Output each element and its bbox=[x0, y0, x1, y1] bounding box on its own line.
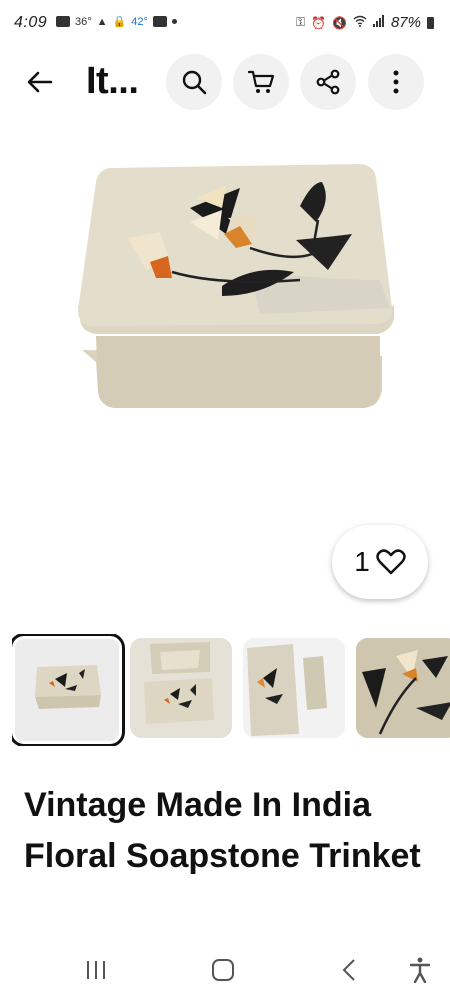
thumbnail-image bbox=[356, 638, 450, 738]
recent-apps-button[interactable] bbox=[78, 952, 114, 988]
share-button[interactable] bbox=[300, 54, 356, 110]
signal-icon bbox=[372, 15, 385, 30]
more-options-button[interactable] bbox=[368, 54, 424, 110]
system-nav-bar bbox=[0, 940, 450, 1000]
product-title: Vintage Made In India Floral Soapstone T… bbox=[24, 786, 421, 875]
system-back-button[interactable] bbox=[331, 952, 367, 988]
search-icon bbox=[182, 70, 207, 95]
thumbnail-3[interactable] bbox=[243, 638, 345, 738]
share-icon bbox=[316, 69, 340, 95]
thumbnail-strip[interactable] bbox=[12, 634, 450, 746]
gallery-icon bbox=[152, 16, 167, 27]
status-left-icons: 36° ▲ 🔒 42° bbox=[56, 15, 177, 28]
top-app-bar: It... bbox=[0, 52, 450, 112]
thumbnail-image bbox=[243, 638, 345, 738]
recent-apps-icon bbox=[87, 961, 105, 979]
like-button[interactable]: 1 bbox=[332, 525, 428, 599]
thumbnail-image bbox=[15, 639, 119, 741]
page-title: It... bbox=[86, 60, 139, 102]
back-arrow-icon bbox=[27, 71, 53, 93]
alarm-icon: ⏰ bbox=[311, 15, 327, 30]
status-time: 4:09 bbox=[14, 14, 48, 31]
chevron-left-icon bbox=[342, 959, 355, 981]
dot-icon bbox=[171, 19, 177, 24]
mute-icon: 🔇 bbox=[332, 15, 347, 30]
key-icon: ⚿ bbox=[295, 15, 306, 29]
home-square-icon bbox=[212, 959, 234, 981]
heart-icon bbox=[376, 549, 406, 575]
back-button[interactable] bbox=[22, 64, 58, 100]
cart-icon bbox=[247, 70, 275, 93]
cart-button[interactable] bbox=[233, 54, 289, 110]
home-icon: ▲ bbox=[96, 15, 108, 28]
thumbnail-4[interactable] bbox=[356, 638, 450, 738]
accessibility-icon bbox=[409, 957, 431, 983]
youtube-icon bbox=[56, 16, 70, 27]
more-vertical-icon bbox=[393, 70, 399, 94]
wifi-icon bbox=[353, 15, 367, 30]
search-button[interactable] bbox=[166, 54, 222, 110]
status-right-icons: ⚿ ⏰ 🔇 87% bbox=[296, 14, 434, 31]
lock-icon: 🔒 bbox=[112, 16, 127, 28]
thumbnail-2[interactable] bbox=[130, 638, 232, 738]
accessibility-button[interactable] bbox=[402, 952, 438, 988]
like-count: 1 bbox=[354, 546, 370, 577]
home-button[interactable] bbox=[205, 952, 241, 988]
status-bar: 4:09 36° ▲ 🔒 42° ⚿ ⏰ 🔇 87% bbox=[0, 0, 450, 50]
temperature-text: 42° bbox=[131, 15, 148, 28]
thumbnail-1[interactable] bbox=[12, 634, 125, 746]
network-indicator: 36° bbox=[75, 15, 92, 28]
battery-percent: 87% bbox=[390, 14, 421, 31]
thumbnail-image bbox=[130, 638, 232, 738]
battery-icon bbox=[427, 16, 434, 29]
